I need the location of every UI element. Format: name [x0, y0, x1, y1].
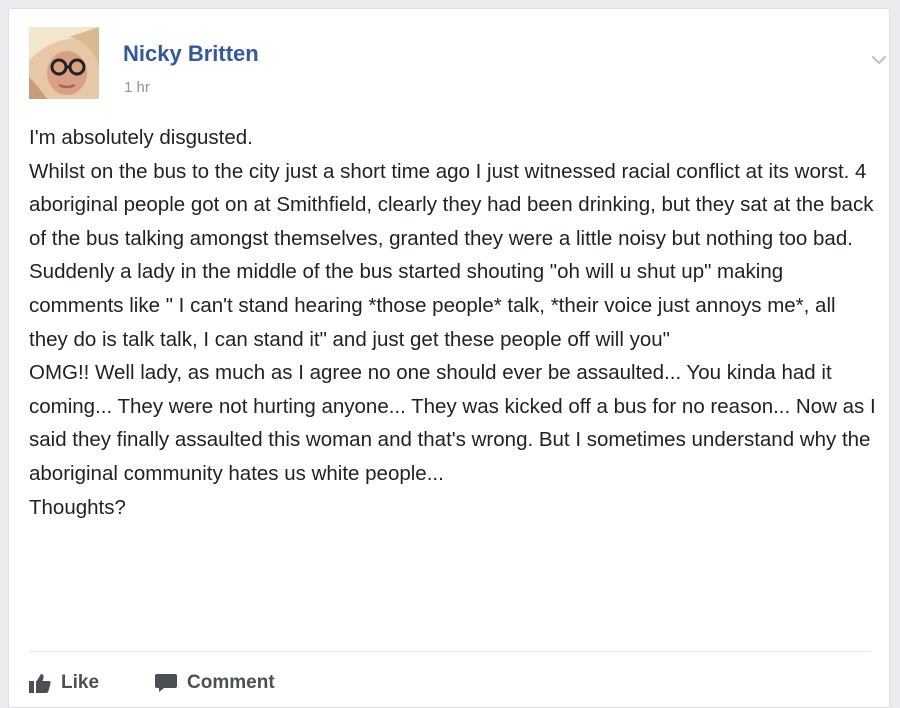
avatar-image [29, 27, 99, 99]
post-timestamp[interactable]: 1 hr [124, 79, 150, 96]
like-label: Like [61, 672, 100, 693]
thumbs-up-icon [29, 673, 51, 693]
post-paragraph: OMG!! Well lady, as much as I agree no o… [29, 361, 876, 485]
post-card: Nicky Britten 1 hr I'm absolutely disgus… [8, 8, 890, 708]
comment-button[interactable]: Comment [155, 672, 275, 694]
post-header: Nicky Britten 1 hr [29, 27, 887, 107]
actions-divider [29, 651, 871, 652]
comment-label: Comment [187, 672, 275, 693]
avatar[interactable] [29, 27, 99, 99]
post-actions-bar: Like Comment [29, 665, 275, 701]
author-name-link[interactable]: Nicky Britten [123, 41, 259, 67]
speech-bubble-icon [155, 673, 178, 693]
post-paragraph: Whilst on the bus to the city just a sho… [29, 159, 874, 351]
post-body: I'm absolutely disgusted. Whilst on the … [29, 121, 879, 524]
like-button[interactable]: Like [29, 672, 99, 694]
chevron-down-icon[interactable] [867, 50, 891, 70]
post-paragraph: Thoughts? [29, 495, 126, 519]
post-paragraph: I'm absolutely disgusted. [29, 126, 253, 149]
